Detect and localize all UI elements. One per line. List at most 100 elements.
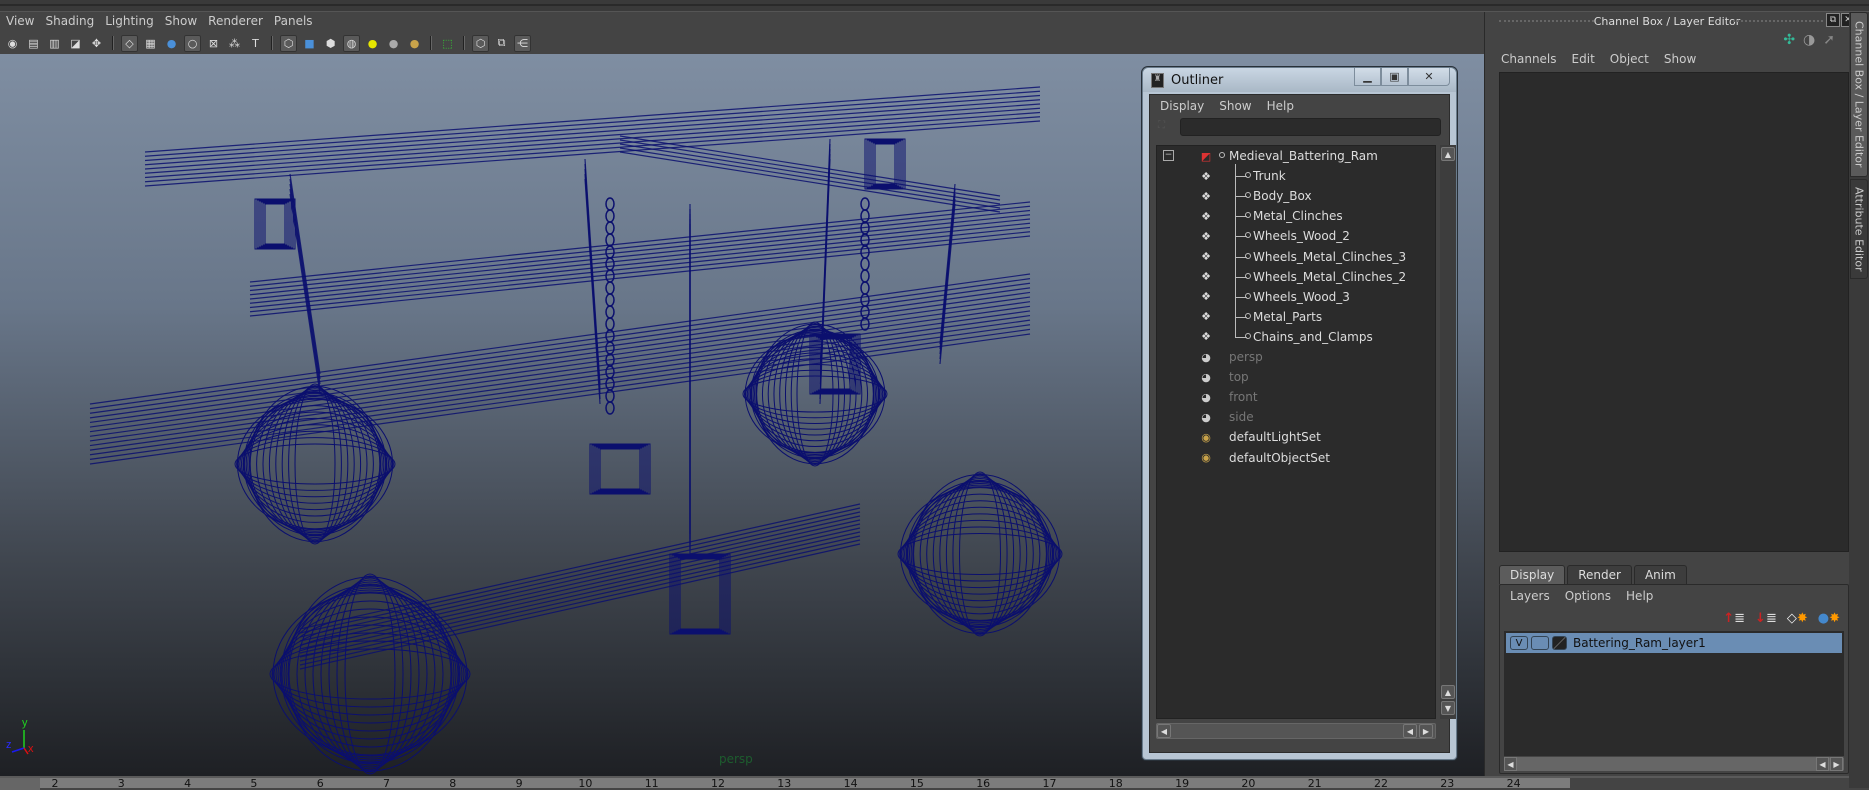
manipulator-icon[interactable]: ✣ (1783, 32, 1795, 48)
gate-mask-icon[interactable]: ○ (184, 34, 201, 52)
wireframe-on-shaded-icon[interactable]: ⬢ (322, 35, 339, 52)
menu-show[interactable]: Show (1219, 99, 1251, 113)
channel-box-titlebar[interactable]: Channel Box / Layer Editor ⧉ ✕ (1485, 12, 1855, 30)
isolate-select-icon[interactable]: ⬡ (472, 34, 489, 52)
scroll-right-button[interactable]: ▶ (1419, 724, 1433, 738)
menu-display[interactable]: Display (1160, 99, 1204, 113)
field-chart-icon[interactable]: ⊠ (205, 35, 222, 52)
outliner-vertical-scrollbar[interactable]: ▲ ▲ ▼ (1440, 145, 1456, 719)
drag-handle[interactable] (1499, 20, 1594, 22)
viewport-menu-shading[interactable]: Shading (45, 12, 105, 30)
new-layer-selected-icon[interactable]: ●✸ (1818, 611, 1840, 626)
safe-title-icon[interactable]: T (247, 35, 264, 52)
film-gate-icon[interactable]: ▦ (142, 35, 159, 52)
smooth-shade-icon[interactable]: ■ (301, 35, 318, 52)
resolution-gate-icon[interactable]: ● (163, 35, 180, 52)
menu-options[interactable]: Options (1565, 589, 1611, 603)
layer-name[interactable]: Battering_Ram_layer1 (1573, 636, 1706, 650)
outliner-item[interactable]: ❖ Trunk (1157, 166, 1437, 186)
scroll-left-button[interactable]: ◀ (1504, 757, 1517, 771)
layer-color-swatch[interactable] (1552, 636, 1567, 650)
outliner-item[interactable]: ❖ Chains_and_Clamps (1157, 327, 1437, 347)
xray-joints-icon[interactable]: ⋲ (514, 34, 531, 52)
viewport-menu-lighting[interactable]: Lighting (105, 12, 165, 30)
outliner-horizontal-scrollbar[interactable]: ◀ ◀ ▶ (1156, 723, 1436, 739)
outliner-item[interactable]: ❖ Wheels_Wood_2 (1157, 226, 1437, 246)
grid-icon[interactable]: ◇ (121, 34, 138, 52)
time-slider[interactable]: 2 3 4 5 6 7 8 9 10 11 12 13 14 15 16 17 18 19 20 21 22 23 24 (0, 776, 1869, 790)
outliner-search-input[interactable] (1180, 118, 1441, 136)
outliner-item[interactable]: ◕ front (1157, 387, 1437, 407)
outliner-item[interactable]: ◕ side (1157, 407, 1437, 427)
outliner-item[interactable]: ◉ defaultObjectSet (1157, 448, 1437, 468)
outliner-item[interactable]: ❖ Wheels_Metal_Clinches_3 (1157, 247, 1437, 267)
maximize-button[interactable]: ▣ (1381, 68, 1408, 86)
layer-horizontal-scrollbar[interactable]: ◀ ◀ ▶ (1504, 757, 1844, 771)
layer-visibility-toggle[interactable]: V (1510, 636, 1528, 650)
outliner-item[interactable]: ❖ Body_Box (1157, 186, 1437, 206)
move-layer-up-icon[interactable]: ↑≣ (1723, 611, 1745, 626)
scroll-left-button-2[interactable]: ◀ (1403, 724, 1417, 738)
pan-zoom-icon[interactable]: ✥ (88, 35, 105, 52)
menu-edit[interactable]: Edit (1572, 52, 1595, 66)
menu-layers[interactable]: Layers (1510, 589, 1550, 603)
textured-icon[interactable]: ◍ (343, 34, 360, 52)
move-layer-down-icon[interactable]: ↓≣ (1755, 611, 1777, 626)
outliner-item[interactable]: ❖ Metal_Parts (1157, 307, 1437, 327)
tab-render[interactable]: Render (1567, 565, 1632, 584)
minimize-button[interactable]: ▁ (1354, 68, 1381, 86)
float-button[interactable]: ⧉ (1826, 13, 1840, 27)
drag-handle-right[interactable] (1733, 20, 1823, 22)
scroll-up-button-2[interactable]: ▲ (1441, 685, 1455, 699)
shadows-icon[interactable]: ● (385, 35, 402, 52)
viewport-menu-renderer[interactable]: Renderer (208, 12, 274, 30)
outliner-item[interactable]: ◕ top (1157, 367, 1437, 387)
collapse-toggle[interactable]: − (1163, 150, 1174, 161)
close-button[interactable]: ✕ (1408, 68, 1450, 86)
filter-icon[interactable]: ⛶ (1158, 120, 1172, 134)
scroll-down-button[interactable]: ▼ (1441, 701, 1455, 715)
outliner-item[interactable]: − ◩ Medieval_Battering_Ram (1157, 146, 1437, 166)
camera-attributes-icon[interactable]: ▤ (25, 35, 42, 52)
menu-object[interactable]: Object (1610, 52, 1649, 66)
scroll-right-button[interactable]: ▶ (1830, 757, 1843, 771)
outliner-item-label: defaultLightSet (1229, 430, 1321, 445)
image-plane-icon[interactable]: ◪ (67, 35, 84, 52)
scroll-left-button-2[interactable]: ◀ (1816, 757, 1829, 771)
hierarchy-node-icon (1245, 312, 1251, 319)
outliner-item[interactable]: ◕ persp (1157, 347, 1437, 367)
speed-icon[interactable]: ◑ (1803, 32, 1815, 48)
viewport-menu-show[interactable]: Show (165, 12, 208, 30)
new-layer-icon[interactable]: ◇✸ (1787, 611, 1808, 626)
menu-help[interactable]: Help (1626, 589, 1653, 603)
wheel (312, 581, 428, 767)
time-slider-start (0, 778, 40, 790)
tab-display[interactable]: Display (1499, 565, 1566, 584)
use-all-lights-icon[interactable]: ● (364, 35, 381, 52)
high-quality-icon[interactable]: ● (406, 35, 423, 52)
viewport-menu-view[interactable]: View (6, 12, 45, 30)
tab-channel-box[interactable]: Channel Box / Layer Editor (1850, 12, 1868, 177)
xray-select-icon[interactable]: ⬚ (439, 35, 456, 52)
xray-icon[interactable]: ⧉ (493, 35, 510, 52)
outliner-item[interactable]: ◉ defaultLightSet (1157, 427, 1437, 447)
outliner-item[interactable]: ❖ Wheels_Metal_Clinches_2 (1157, 267, 1437, 287)
hyperbolic-icon[interactable]: ➚ (1823, 32, 1835, 48)
select-camera-icon[interactable]: ◉ (4, 35, 21, 52)
tab-anim[interactable]: Anim (1633, 565, 1687, 584)
viewport-menu-panels[interactable]: Panels (274, 12, 324, 30)
safe-action-icon[interactable]: ⁂ (226, 35, 243, 52)
bookmark-icon[interactable]: ▥ (46, 35, 63, 52)
menu-channels[interactable]: Channels (1501, 52, 1557, 66)
scroll-left-button[interactable]: ◀ (1157, 724, 1171, 738)
scroll-up-button[interactable]: ▲ (1441, 147, 1455, 161)
layer-row[interactable]: V Battering_Ram_layer1 (1506, 633, 1842, 653)
menu-show[interactable]: Show (1664, 52, 1696, 66)
outliner-item[interactable]: ❖ Wheels_Wood_3 (1157, 287, 1437, 307)
layer-type-toggle[interactable] (1531, 636, 1549, 650)
outliner-item[interactable]: ❖ Metal_Clinches (1157, 206, 1437, 226)
wireframe-icon[interactable]: ⬡ (280, 34, 297, 52)
outliner-titlebar[interactable]: ♜ Outliner ▁ ▣ ✕ (1143, 68, 1456, 92)
tab-attribute-editor[interactable]: Attribute Editor (1850, 179, 1868, 279)
menu-help[interactable]: Help (1267, 99, 1294, 113)
